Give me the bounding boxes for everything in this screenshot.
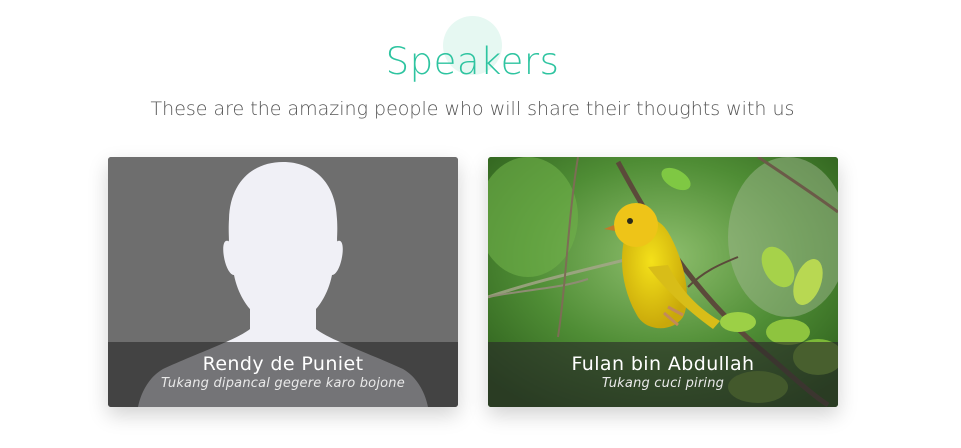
speaker-card-2[interactable]: Fulan bin Abdullah Tukang cuci piring xyxy=(488,157,838,407)
speaker-name: Fulan bin Abdullah xyxy=(571,353,755,375)
speaker-role: Tukang dipancal gegere karo bojone xyxy=(161,376,405,391)
speaker-caption: Fulan bin Abdullah Tukang cuci piring xyxy=(488,342,838,407)
speaker-name: Rendy de Puniet xyxy=(202,353,364,375)
speaker-card-1[interactable]: Rendy de Puniet Tukang dipancal gegere k… xyxy=(108,157,458,407)
section-title: Speakers xyxy=(385,40,560,83)
speaker-caption: Rendy de Puniet Tukang dipancal gegere k… xyxy=(108,342,458,407)
speaker-role: Tukang cuci piring xyxy=(601,376,725,391)
section-subtitle: These are the amazing people who will sh… xyxy=(150,98,795,120)
